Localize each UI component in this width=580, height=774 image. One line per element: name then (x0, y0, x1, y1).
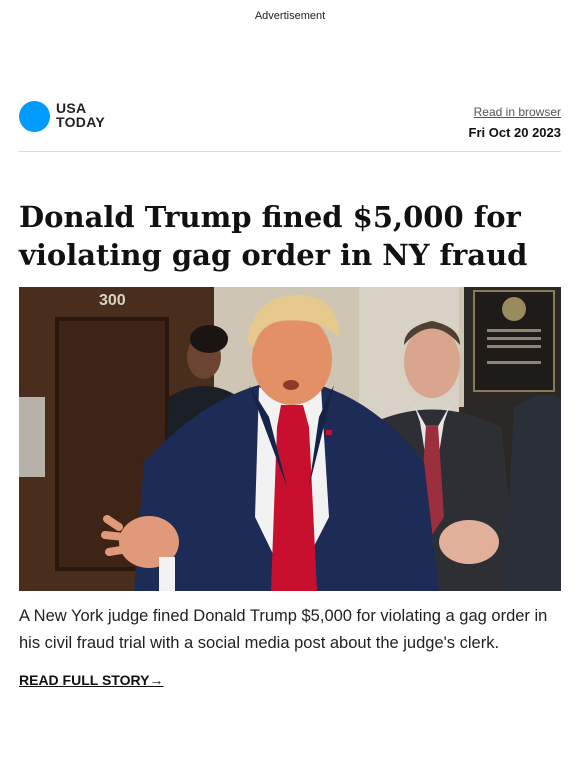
article-photo[interactable]: 300 (19, 287, 561, 591)
usa-today-logo[interactable]: USA TODAY (19, 100, 139, 134)
header-right: Read in browser Fri Oct 20 2023 (469, 105, 562, 140)
header-divider (19, 151, 561, 152)
article-summary: A New York judge fined Donald Trump $5,0… (19, 607, 548, 652)
seal-icon (502, 297, 526, 321)
advertisement-label: Advertisement (254, 10, 326, 22)
read-full-story-link[interactable]: READ FULL STORY→ (19, 672, 163, 688)
door-number: 300 (99, 292, 126, 309)
logo-line-2: TODAY (56, 114, 105, 130)
logo-wordmark: USA TODAY (56, 101, 105, 129)
issue-date: Fri Oct 20 2023 (468, 125, 562, 140)
read-in-browser-link[interactable]: Read in browser (469, 105, 561, 119)
press-photo-illustration: 300 (19, 287, 561, 591)
logo-circle-icon (19, 101, 50, 132)
email-header: USA TODAY Read in browser Fri Oct 20 202… (19, 100, 561, 144)
